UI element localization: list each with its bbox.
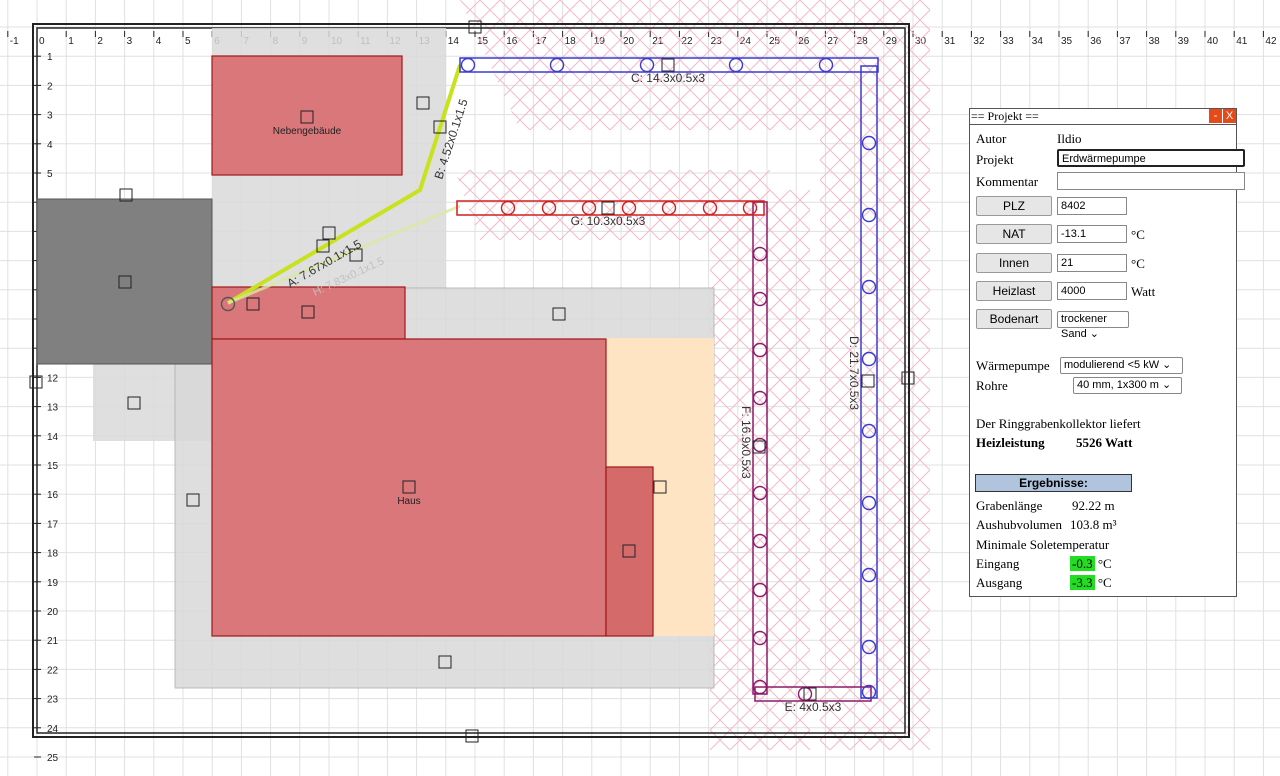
- heizlast-button[interactable]: Heizlast: [976, 281, 1052, 301]
- ausgang-reading: -3.3 °C: [1070, 575, 1112, 591]
- ruler-x-label: 40: [1207, 36, 1219, 47]
- ruler-y-label: 22: [47, 665, 59, 676]
- nat-unit: °C: [1131, 227, 1145, 242]
- label-trench-g: G: 10.3x0.5x3: [571, 214, 646, 228]
- eingang-reading: -0.3 °C: [1070, 556, 1112, 572]
- ruler-x-label: 37: [1119, 36, 1131, 47]
- ruler-x-label: 2: [97, 36, 103, 47]
- ruler-y-label: 15: [47, 461, 59, 472]
- heizleistung-label: Heizleistung: [976, 435, 1045, 450]
- minimize-button[interactable]: -: [1208, 109, 1222, 123]
- ausgang-label: Ausgang: [976, 575, 1023, 590]
- kommentar-label: Kommentar: [976, 174, 1039, 189]
- rohre-label: Rohre: [976, 378, 1008, 393]
- grabenlaenge-label: Grabenlänge: [976, 498, 1043, 513]
- ruler-y-label: 23: [47, 695, 59, 706]
- ruler-y-label: 18: [47, 549, 59, 560]
- heizlast-unit: Watt: [1131, 284, 1156, 299]
- plz-button[interactable]: PLZ: [976, 196, 1052, 216]
- plz-input[interactable]: 8402: [1057, 197, 1127, 215]
- nebengebaeude-building[interactable]: [211, 55, 403, 176]
- ruler-x-label: 4: [156, 36, 162, 47]
- info-text: Der Ringgrabenkollektor liefert: [976, 416, 1141, 431]
- label-trench-e: E: 4x0.5x3: [785, 700, 842, 714]
- ruler-x-label: 36: [1090, 36, 1102, 47]
- label-haus: Haus: [397, 496, 420, 507]
- close-button[interactable]: X: [1222, 109, 1236, 123]
- ruler-x-label: 14: [448, 36, 460, 47]
- ausgang-value: -3.3: [1070, 575, 1095, 590]
- ruler-y-label: 17: [47, 519, 59, 530]
- nat-input[interactable]: -13.1: [1057, 225, 1127, 243]
- aushub-label: Aushubvolumen: [976, 517, 1062, 532]
- panel-title: == Projekt ==: [971, 109, 1039, 123]
- projekt-label: Projekt: [976, 152, 1014, 167]
- innen-button[interactable]: Innen: [976, 253, 1052, 273]
- ruler-y-label: 2: [47, 81, 53, 92]
- ruler-x-label: 0: [39, 36, 45, 47]
- ruler-y-label: 16: [47, 490, 59, 501]
- ruler-y-label: 5: [47, 169, 53, 180]
- ruler-x-label: 32: [973, 36, 985, 47]
- autor-value: Ildio: [1057, 131, 1082, 146]
- label-trench-c: C: 14.3x0.5x3: [631, 71, 705, 85]
- haus-extension[interactable]: [605, 466, 654, 637]
- ergebnisse-header: Ergebnisse:: [975, 474, 1132, 492]
- ruler-x-label: 38: [1149, 36, 1161, 47]
- ruler-y-label: 20: [47, 607, 59, 618]
- waermepumpe-label: Wärmepumpe: [976, 358, 1050, 373]
- ruler-y-label: 25: [47, 753, 59, 764]
- ruler-x-label: 31: [944, 36, 956, 47]
- garage[interactable]: [36, 198, 213, 365]
- innen-input[interactable]: 21: [1057, 254, 1127, 272]
- eingang-label: Eingang: [976, 556, 1020, 571]
- ruler-x-label: 5: [185, 36, 191, 47]
- innen-unit: °C: [1131, 256, 1145, 271]
- eingang-unit: °C: [1097, 556, 1112, 571]
- ruler-y-label: 4: [47, 140, 53, 151]
- haus-building[interactable]: [211, 338, 607, 637]
- ruler-y-label: 12: [47, 373, 59, 384]
- ausgang-unit: °C: [1097, 575, 1112, 590]
- label-trench-f: F: 16.9x0.5x3: [739, 406, 753, 479]
- label-trench-d: D: 21.7x0.5x3: [847, 336, 861, 410]
- grabenlaenge-value: 92.22 m: [1072, 498, 1115, 513]
- ruler-x-label: 34: [1032, 36, 1044, 47]
- ruler-x-label: 1: [68, 36, 74, 47]
- eingang-value: -0.3: [1070, 556, 1095, 571]
- aushub-value: 103.8 m³: [1070, 517, 1117, 532]
- heizlast-input[interactable]: 4000: [1057, 282, 1127, 300]
- ruler-y-label: 19: [47, 578, 59, 589]
- nat-button[interactable]: NAT: [976, 224, 1052, 244]
- probe-circle: [460, 57, 476, 73]
- panel-titlebar[interactable]: == Projekt == - X: [970, 109, 1236, 125]
- ruler-y-label: 14: [47, 432, 59, 443]
- sole-label: Minimale Soletemperatur: [976, 537, 1110, 552]
- ruler-x-label: 3: [127, 36, 133, 47]
- ruler-x-label: -1: [10, 36, 19, 47]
- autor-label: Autor: [976, 131, 1007, 146]
- bodenart-select[interactable]: trockener Sand ⌄: [1057, 311, 1129, 340]
- ruler-x-label: 41: [1236, 36, 1248, 47]
- ruler-x-label: 39: [1178, 36, 1190, 47]
- ruler-y-label: 13: [47, 403, 59, 414]
- ruler-x-label: 33: [1003, 36, 1015, 47]
- ruler-x-label: 35: [1061, 36, 1073, 47]
- projekt-panel[interactable]: == Projekt == - X Autor Ildio Projekt Er…: [969, 108, 1245, 597]
- label-nebengebaeude: Nebengebäude: [273, 126, 342, 137]
- ruler-y-label: 3: [47, 111, 53, 122]
- heizleistung-value: 5526 Watt: [1076, 435, 1133, 450]
- waermepumpe-select[interactable]: modulierend <5 kW ⌄: [1060, 357, 1183, 374]
- bodenart-button[interactable]: Bodenart: [976, 309, 1052, 329]
- projekt-input[interactable]: Erdwärmepumpe: [1057, 149, 1245, 167]
- ruler-y-label: 21: [47, 636, 59, 647]
- ruler-x-label: 42: [1265, 36, 1277, 47]
- rohre-select[interactable]: 40 mm, 1x300 m ⌄: [1073, 377, 1182, 394]
- ruler-y-label: 1: [47, 52, 53, 63]
- kommentar-input[interactable]: [1057, 172, 1245, 190]
